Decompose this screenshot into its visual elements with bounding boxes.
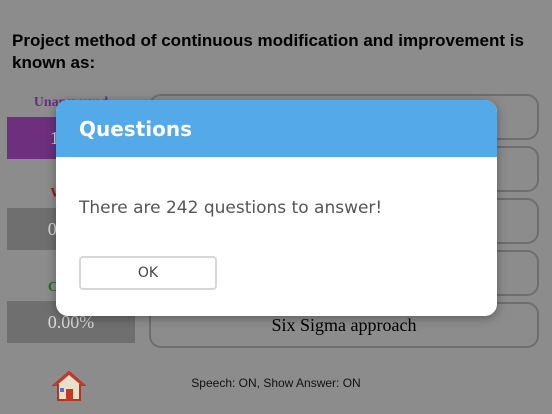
- dialog-header: Questions: [56, 100, 497, 157]
- ok-button[interactable]: OK: [79, 256, 217, 290]
- dialog-title: Questions: [79, 116, 193, 141]
- dialog-message: There are 242 questions to answer!: [79, 198, 383, 218]
- questions-dialog: Questions There are 242 questions to ans…: [56, 100, 497, 316]
- home-button[interactable]: [51, 370, 87, 402]
- status-footer: Speech: ON, Show Answer: ON: [191, 376, 361, 390]
- question-text: Project method of continuous modificatio…: [12, 31, 524, 72]
- home-icon: [51, 370, 87, 401]
- answer-option-label: Six Sigma approach: [271, 314, 417, 335]
